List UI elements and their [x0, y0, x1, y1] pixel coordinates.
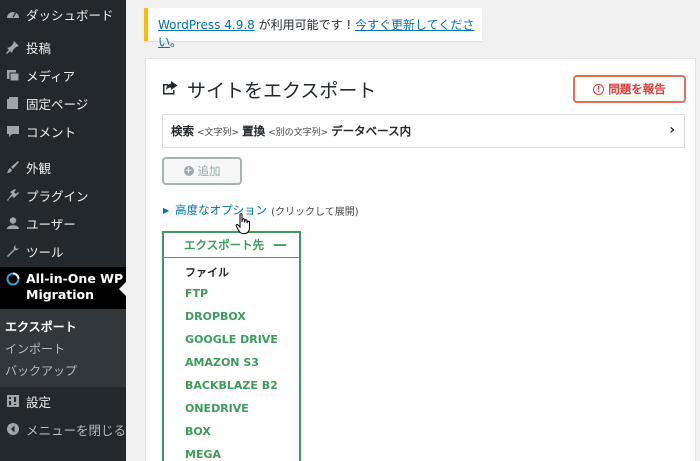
sidebar-item-tools[interactable]: ツール [0, 237, 126, 265]
notice-end: 。 [170, 35, 183, 49]
page-title: サイトをエクスポート [162, 76, 376, 103]
collapse-menu-button[interactable]: メニューを閉じる [0, 415, 126, 443]
submenu-item-export[interactable]: エクスポート [5, 318, 77, 335]
page-icon [5, 95, 21, 111]
export-option-ftp[interactable]: FTP [185, 287, 208, 300]
add-button[interactable]: + 追加 [162, 157, 242, 185]
comment-icon [5, 123, 21, 139]
alert-icon: ! [593, 83, 605, 95]
export-option-dropbox[interactable]: DROPBOX [185, 310, 246, 323]
export-option-onedrive[interactable]: ONEDRIVE [185, 402, 249, 415]
sidebar-item-comments[interactable]: コメント [0, 117, 126, 145]
admin-sidebar: ダッシュボード 投稿 メディア 固定ページ コメント 外観 プラグイン ユーザー… [0, 0, 127, 461]
report-problem-button[interactable]: ! 問題を報告 [573, 75, 686, 103]
export-option-amazon-s3[interactable]: AMAZON S3 [185, 356, 259, 369]
sidebar-item-label: ツール [26, 244, 64, 260]
submenu-item-import[interactable]: インポート [5, 340, 65, 357]
media-icon [5, 67, 21, 83]
sidebar-item-label: 投稿 [26, 40, 52, 56]
export-panel: サイトをエクスポート ! 問題を報告 検索 <文字列> 置換 <別の文字列> デ… [145, 58, 696, 461]
sidebar-item-label: プラグイン [26, 188, 89, 204]
page-title-text: サイトをエクスポート [187, 80, 377, 102]
export-option-mega[interactable]: MEGA [185, 448, 221, 461]
export-option-backblaze-b2[interactable]: BACKBLAZE B2 [185, 379, 278, 392]
sidebar-item-users[interactable]: ユーザー [0, 209, 126, 237]
scope-label: データベース内 [331, 124, 412, 138]
plus-circle-icon: + [183, 166, 194, 176]
sidebar-item-label: ダッシュボード [26, 7, 114, 23]
collapse-menu-label: メニューを閉じる [26, 422, 127, 438]
export-option-file[interactable]: ファイル [185, 264, 229, 280]
sidebar-item-label: 固定ページ [26, 96, 89, 112]
advanced-options-hint: (クリックして展開) [271, 206, 359, 218]
migration-icon [5, 271, 21, 287]
search-label: 検索 [171, 124, 194, 138]
export-to-header[interactable]: エクスポート先 — [164, 233, 299, 258]
sidebar-item-media[interactable]: メディア [0, 61, 126, 89]
sidebar-item-appearance[interactable]: 外観 [0, 153, 126, 181]
sidebar-item-plugins[interactable]: プラグイン [0, 181, 126, 209]
export-option-box[interactable]: BOX [185, 425, 211, 438]
sidebar-item-label: 設定 [26, 394, 52, 410]
sidebar-item-all-in-one-wp-migration[interactable]: All-in-One WP Migration [0, 267, 126, 309]
sidebar-item-label: コメント [26, 124, 77, 140]
sidebar-item-pages[interactable]: 固定ページ [0, 89, 126, 117]
chevron-right-icon: › [669, 122, 675, 138]
export-option-google-drive[interactable]: GOOGLE DRIVE [185, 333, 278, 346]
advanced-options-toggle[interactable]: ▶ 高度なオプション (クリックして展開) [163, 202, 359, 218]
report-problem-label: 問題を報告 [608, 82, 666, 96]
collapse-icon [5, 421, 21, 437]
wordpress-version-link[interactable]: WordPress 4.9.8 [158, 18, 255, 32]
export-to-dropdown: エクスポート先 — ファイル FTP DROPBOX GOOGLE DRIVE … [162, 231, 301, 461]
settings-icon [5, 393, 21, 409]
sidebar-item-label: メディア [26, 68, 76, 84]
submenu-item-backup[interactable]: バックアップ [5, 362, 77, 379]
update-notice: WordPress 4.9.8 が利用可能です ! 今すぐ更新してください。 [144, 8, 482, 49]
sidebar-item-posts[interactable]: 投稿 [0, 33, 126, 61]
replace-hint: <別の文字列> [268, 127, 329, 138]
user-icon [5, 215, 21, 231]
brush-icon [5, 159, 21, 175]
sidebar-item-label-line1: All-in-One WP [26, 271, 124, 286]
notice-text: が利用可能です ! [254, 18, 356, 32]
search-replace-row[interactable]: 検索 <文字列> 置換 <別の文字列> データベース内 › [162, 114, 685, 148]
minus-icon: — [273, 237, 287, 253]
export-icon [162, 80, 179, 100]
search-hint: <文字列> [197, 127, 240, 138]
replace-label: 置換 [242, 124, 266, 138]
sidebar-item-label: 外観 [26, 160, 52, 176]
submenu: エクスポート インポート バックアップ [0, 309, 126, 387]
dashboard-icon [5, 6, 21, 22]
sidebar-item-label: ユーザー [26, 216, 76, 232]
sidebar-item-settings[interactable]: 設定 [0, 387, 126, 415]
plugin-icon [5, 187, 21, 203]
sidebar-item-label-line2: Migration [26, 287, 95, 302]
main-content: WordPress 4.9.8 が利用可能です ! 今すぐ更新してください。 サ… [126, 0, 700, 461]
caret-right-icon: ▶ [163, 205, 170, 215]
export-to-label: エクスポート先 [184, 238, 265, 252]
advanced-options-label: 高度なオプション [175, 203, 268, 217]
sidebar-item-dashboard[interactable]: ダッシュボード [0, 0, 126, 28]
hand-cursor-icon [235, 213, 251, 238]
pin-icon [5, 39, 21, 55]
wrench-icon [5, 243, 21, 259]
add-button-label: 追加 [197, 164, 221, 178]
